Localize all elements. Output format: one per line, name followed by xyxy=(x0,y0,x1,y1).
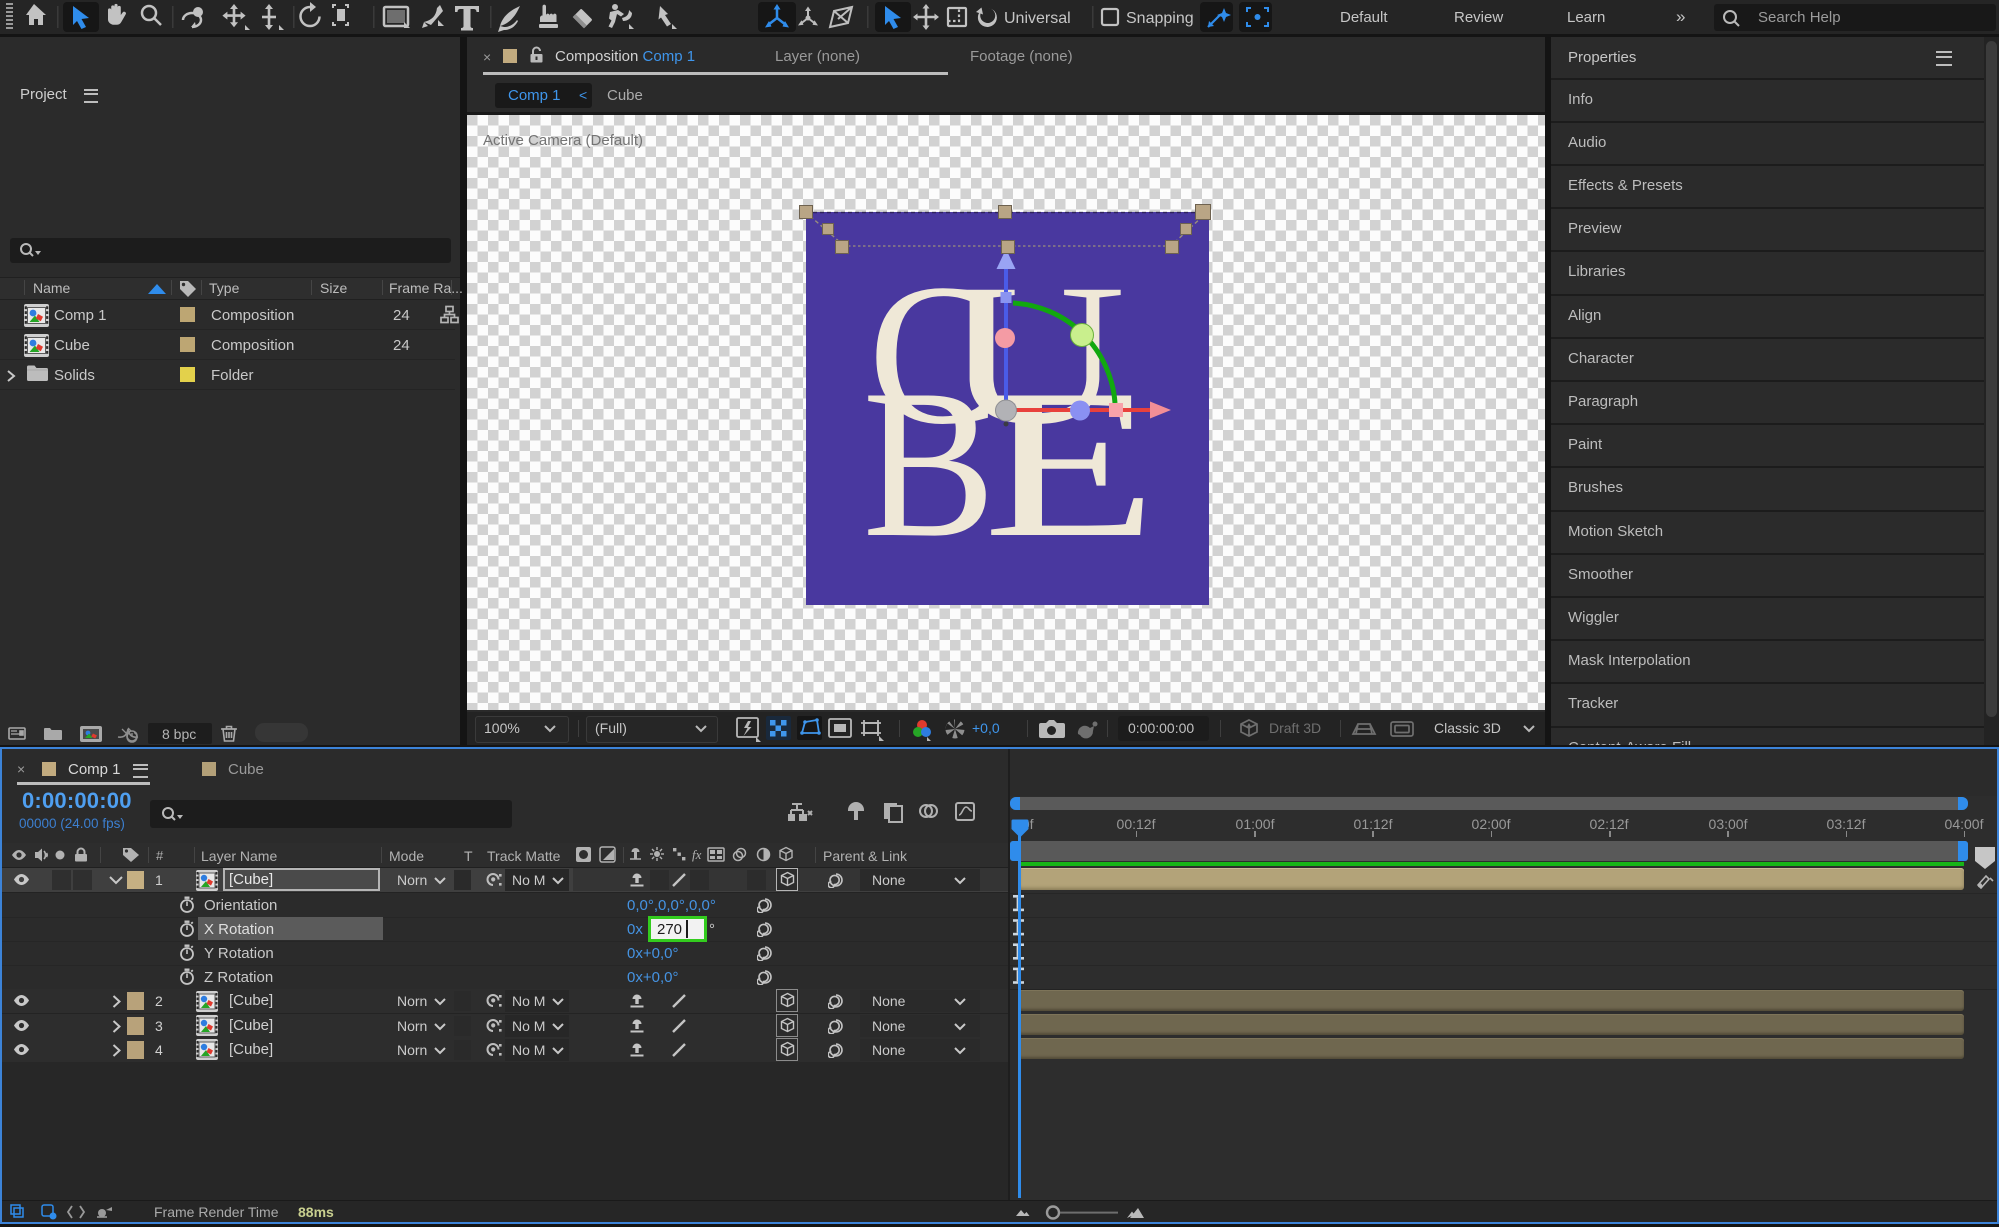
svg-text:Universal: Universal xyxy=(1004,10,1071,27)
svg-text:B: B xyxy=(863,346,996,582)
svg-text:fx: fx xyxy=(692,847,702,862)
svg-text:Snapping: Snapping xyxy=(1126,10,1194,27)
svg-text:E: E xyxy=(983,346,1157,582)
